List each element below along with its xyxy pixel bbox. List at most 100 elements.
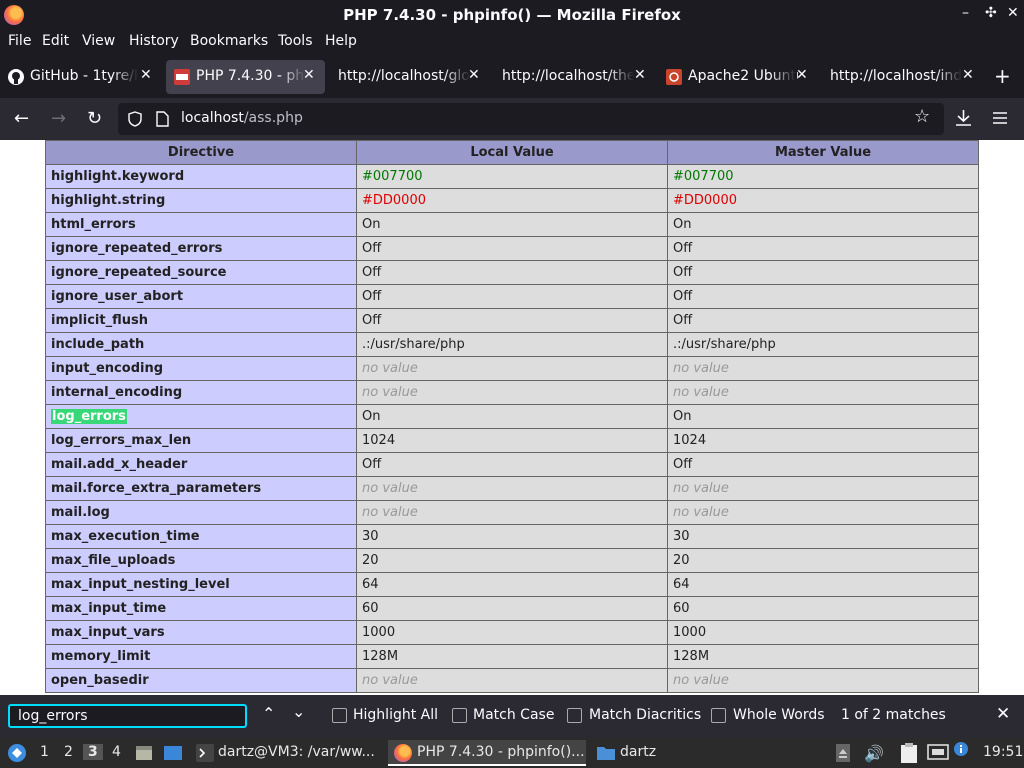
- cell-text: no value: [362, 481, 418, 496]
- table-row: html_errors On On: [45, 212, 979, 237]
- local-value: no value: [356, 668, 668, 693]
- match-case-checkbox[interactable]: [452, 708, 467, 723]
- directive-name: mail.add_x_header: [45, 452, 357, 477]
- url-host: localhost: [181, 110, 244, 126]
- tab-bar: GitHub - 1tyre/P ✕ PHP 7.4.30 - php ✕ ht…: [0, 58, 1024, 96]
- phpinfo-directive-table: Directive Local Value Master Value highl…: [45, 140, 979, 693]
- close-tab-icon[interactable]: ✕: [962, 67, 974, 83]
- bookmark-star-icon[interactable]: ☆: [914, 106, 930, 127]
- find-bar: log_errors ⌃ ⌄ Highlight All Match Case …: [0, 695, 1024, 738]
- find-next-icon[interactable]: ⌄: [292, 702, 305, 721]
- terminal-icon: [196, 744, 214, 762]
- forward-arrow-icon[interactable]: →: [51, 108, 66, 129]
- find-previous-icon[interactable]: ⌃: [262, 704, 275, 723]
- hamburger-menu-icon[interactable]: [992, 111, 1008, 125]
- tab-localhost-glo[interactable]: http://localhost/glo ✕: [330, 60, 488, 94]
- tab-apache2[interactable]: Apache2 Ubuntu ✕: [658, 60, 816, 94]
- cell-text: include_path: [51, 337, 145, 352]
- maximize-icon[interactable]: ✣: [985, 5, 997, 21]
- shield-icon[interactable]: [128, 111, 142, 127]
- workspace-2[interactable]: 2: [64, 744, 73, 760]
- back-arrow-icon[interactable]: ←: [14, 108, 29, 129]
- cell-text: log_errors_max_len: [51, 433, 192, 448]
- url-text[interactable]: localhost/ass.php: [181, 110, 303, 126]
- close-tab-icon[interactable]: ✕: [468, 67, 480, 83]
- menu-edit[interactable]: Edit: [42, 33, 69, 49]
- cell-text: ignore_repeated_errors: [51, 241, 223, 256]
- tab-localhost-ind[interactable]: http://localhost/ind ✕: [822, 60, 982, 94]
- directive-name: mail.log: [45, 500, 357, 525]
- cell-text: max_file_uploads: [51, 553, 176, 568]
- reload-icon[interactable]: ↻: [87, 108, 102, 129]
- cell-text: Off: [673, 241, 693, 256]
- highlight-all-checkbox[interactable]: [332, 708, 347, 723]
- eject-icon[interactable]: [835, 743, 851, 763]
- file-manager-launcher-icon[interactable]: [134, 743, 154, 763]
- taskbar-folder-task[interactable]: dartz: [592, 740, 682, 766]
- tab-github[interactable]: GitHub - 1tyre/P ✕: [0, 60, 160, 94]
- close-tab-icon[interactable]: ✕: [796, 67, 808, 83]
- cell-text: highlight.string: [51, 193, 166, 208]
- whole-words-checkbox[interactable]: [711, 708, 726, 723]
- workspace-3-active[interactable]: 3: [83, 744, 103, 760]
- match-case-label[interactable]: Match Case: [473, 707, 554, 723]
- table-row: log_errors_max_len 1024 1024: [45, 428, 979, 453]
- close-tab-icon[interactable]: ✕: [634, 67, 646, 83]
- highlight-all-label[interactable]: Highlight All: [353, 707, 438, 723]
- master-value: Off: [667, 260, 979, 285]
- cell-text: max_input_vars: [51, 625, 165, 640]
- cell-text: 128M: [673, 649, 710, 664]
- menu-view[interactable]: View: [82, 33, 115, 49]
- url-bar[interactable]: localhost/ass.php ☆: [118, 103, 944, 135]
- page-icon[interactable]: [156, 111, 169, 127]
- close-window-icon[interactable]: ✕: [1007, 5, 1019, 21]
- local-value: no value: [356, 500, 668, 525]
- cell-text: no value: [362, 505, 418, 520]
- close-tab-icon[interactable]: ✕: [140, 67, 152, 83]
- window-launcher-icon[interactable]: [163, 743, 183, 763]
- php-icon: [174, 69, 190, 85]
- master-value: Off: [667, 308, 979, 333]
- cell-text: mail.force_extra_parameters: [51, 481, 262, 496]
- clipboard-icon[interactable]: [899, 742, 919, 764]
- local-value: 1024: [356, 428, 668, 453]
- menu-file[interactable]: File: [8, 33, 31, 49]
- cell-text: #007700: [362, 169, 423, 184]
- menu-help[interactable]: Help: [325, 33, 357, 49]
- directive-name: ignore_repeated_errors: [45, 236, 357, 261]
- directive-name: max_input_time: [45, 596, 357, 621]
- find-input[interactable]: log_errors: [8, 704, 247, 728]
- workspace-4[interactable]: 4: [112, 744, 121, 760]
- start-menu-icon[interactable]: [6, 742, 28, 764]
- local-value: 1000: [356, 620, 668, 645]
- tab-localhost-the[interactable]: http://localhost/the ✕: [494, 60, 652, 94]
- match-diacritics-checkbox[interactable]: [567, 708, 582, 723]
- volume-icon[interactable]: 🔊: [864, 744, 884, 763]
- taskbar-terminal-task[interactable]: dartz@VM3: /var/ww...: [192, 740, 382, 766]
- menu-history[interactable]: History: [129, 33, 179, 49]
- table-row: mail.log no value no value: [45, 500, 979, 525]
- match-diacritics-label[interactable]: Match Diacritics: [589, 707, 701, 723]
- local-value: Off: [356, 260, 668, 285]
- info-notification-icon[interactable]: [953, 741, 969, 757]
- network-icon[interactable]: [927, 743, 949, 763]
- close-find-bar-icon[interactable]: ✕: [996, 704, 1010, 724]
- menu-bookmarks[interactable]: Bookmarks: [190, 33, 268, 49]
- cell-text: 20: [673, 553, 690, 568]
- directive-name: ignore_user_abort: [45, 284, 357, 309]
- table-row: max_file_uploads 20 20: [45, 548, 979, 573]
- github-icon: [8, 69, 24, 85]
- cell-text: log_errors: [51, 409, 127, 424]
- whole-words-label[interactable]: Whole Words: [733, 707, 825, 723]
- taskbar-firefox-task[interactable]: PHP 7.4.30 - phpinfo()...: [388, 740, 586, 766]
- local-value: .:/usr/share/php: [356, 332, 668, 357]
- new-tab-plus-icon[interactable]: +: [994, 64, 1011, 88]
- menu-tools[interactable]: Tools: [278, 33, 313, 49]
- download-icon[interactable]: [955, 109, 972, 127]
- close-tab-icon[interactable]: ✕: [303, 67, 315, 83]
- workspace-1[interactable]: 1: [40, 744, 49, 760]
- minimize-icon[interactable]: –: [962, 5, 969, 21]
- tab-phpinfo[interactable]: PHP 7.4.30 - php ✕: [166, 60, 325, 94]
- local-value: 64: [356, 572, 668, 597]
- cell-text: ignore_repeated_source: [51, 265, 227, 280]
